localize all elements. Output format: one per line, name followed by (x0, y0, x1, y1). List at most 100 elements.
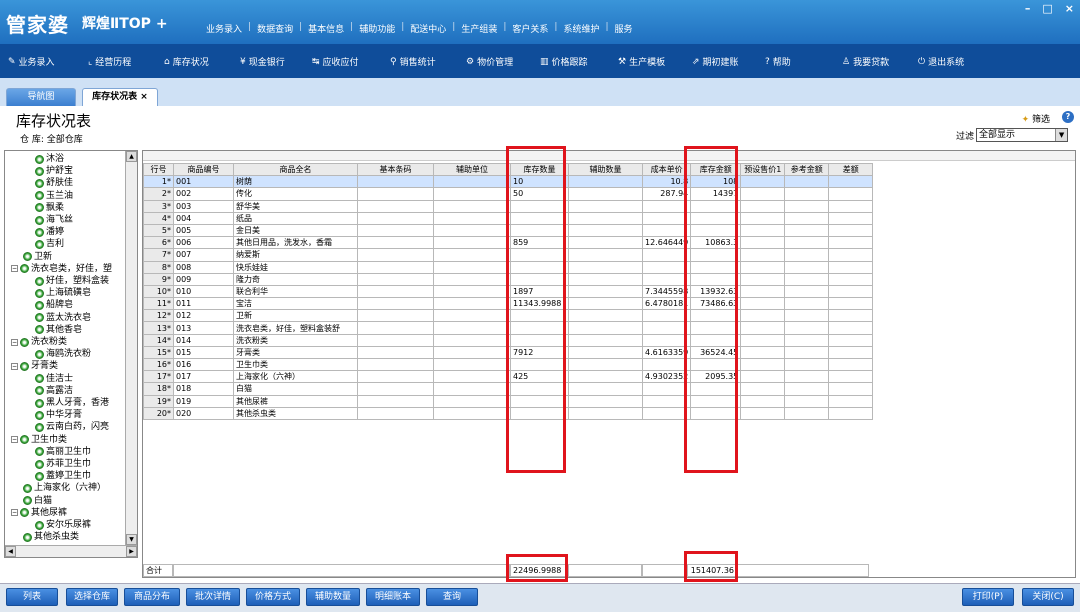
tree-node[interactable]: 船牌皂 (35, 300, 73, 310)
bottom-button[interactable]: 商品分布 (124, 588, 180, 606)
table-cell[interactable] (828, 236, 874, 250)
table-cell[interactable] (433, 382, 511, 396)
table-cell[interactable] (568, 248, 643, 262)
table-cell[interactable] (784, 321, 830, 335)
toolbar-receivable-payable-button[interactable]: ↹ 应收应付 (312, 55, 359, 69)
table-cell[interactable]: 014 (173, 333, 234, 347)
tab-close-icon[interactable]: × (140, 92, 148, 102)
table-cell[interactable] (433, 248, 511, 262)
table-cell[interactable] (740, 223, 786, 238)
table-cell[interactable]: 其他尿裤 (233, 394, 358, 408)
table-cell[interactable]: 009 (173, 272, 234, 286)
table-cell[interactable]: 017 (173, 370, 234, 384)
table-cell[interactable] (568, 297, 643, 311)
toolbar-opening-account-button[interactable]: ⇗ 期初建账 (692, 55, 739, 69)
table-cell[interactable] (433, 175, 511, 189)
table-cell[interactable] (740, 357, 786, 372)
table-cell[interactable] (828, 382, 874, 396)
help-icon[interactable]: ? (1062, 111, 1074, 123)
table-cell[interactable] (784, 223, 830, 238)
table-cell[interactable]: 7* (143, 248, 174, 262)
tree-node[interactable]: 海鸥洗衣粉 (35, 349, 91, 359)
table-cell[interactable] (433, 260, 511, 274)
table-cell[interactable] (784, 394, 830, 408)
table-cell[interactable] (357, 406, 434, 420)
toolbar-production-template-button[interactable]: ⚒ 生产模板 (618, 55, 665, 69)
table-cell[interactable]: 006 (173, 236, 234, 250)
table-cell[interactable]: 其他日用品，洗发水，香霜 (233, 236, 358, 250)
table-cell[interactable]: 008 (173, 260, 234, 274)
table-cell[interactable]: 洗衣皂类，好佳，塑料盒装舒 (233, 321, 358, 335)
table-cell[interactable] (568, 345, 643, 360)
table-cell[interactable] (828, 223, 874, 238)
column-header[interactable]: 辅助单位 (433, 162, 511, 177)
table-cell[interactable] (828, 333, 874, 347)
table-cell[interactable] (568, 260, 643, 274)
table-cell[interactable]: 隆力奇 (233, 272, 358, 286)
top-menu-item[interactable]: 基本信息 (302, 22, 350, 35)
tree-node[interactable]: 舒肤佳 (35, 178, 73, 188)
table-cell[interactable] (568, 223, 643, 238)
column-header[interactable]: 行号 (143, 162, 174, 177)
column-header[interactable]: 差额 (828, 162, 874, 177)
table-cell[interactable] (357, 284, 434, 299)
table-cell[interactable] (433, 284, 511, 299)
grid-drag-bar[interactable] (143, 151, 1075, 161)
table-cell[interactable] (740, 284, 786, 299)
table-cell[interactable] (740, 297, 786, 311)
table-cell[interactable] (784, 187, 830, 201)
table-cell[interactable]: 纳爱斯 (233, 248, 358, 262)
table-cell[interactable]: 白猫 (233, 382, 358, 396)
table-cell[interactable] (828, 199, 874, 213)
table-cell[interactable] (357, 382, 434, 396)
table-cell[interactable]: 019 (173, 394, 234, 408)
maximize-icon[interactable]: □ (1042, 2, 1052, 15)
minimize-icon[interactable]: – (1025, 2, 1031, 15)
toolbar-business-entry-button[interactable]: ✎ 业务录入 (8, 55, 55, 69)
table-cell[interactable] (357, 187, 434, 201)
top-menu-item[interactable]: 客户关系 (506, 22, 554, 35)
close-button[interactable]: 关闭(C) (1022, 588, 1074, 606)
table-cell[interactable] (828, 321, 874, 335)
tree-node[interactable]: 卫新 (23, 252, 52, 262)
tree-horizontal-scrollbar[interactable]: ◀ ▶ (5, 545, 137, 557)
table-cell[interactable] (433, 211, 511, 225)
tree-node[interactable]: 佳洁士 (35, 374, 73, 384)
tree-node[interactable]: 中华牙膏 (35, 410, 82, 420)
top-menu-item[interactable]: 配送中心 (404, 22, 452, 35)
table-cell[interactable]: 012 (173, 309, 234, 323)
table-cell[interactable]: 12* (143, 309, 174, 323)
table-cell[interactable]: 10* (143, 284, 174, 299)
table-cell[interactable]: 9* (143, 272, 174, 286)
table-cell[interactable]: 011 (173, 297, 234, 311)
tree-expand-icon[interactable]: − (11, 436, 18, 444)
table-cell[interactable] (568, 357, 643, 372)
table-cell[interactable] (568, 272, 643, 286)
table-cell[interactable] (828, 272, 874, 286)
toolbar-price-tracking-button[interactable]: ▥ 价格跟踪 (540, 55, 588, 69)
table-cell[interactable] (828, 211, 874, 225)
tree-node[interactable]: − 洗衣皂类，好佳，塑 (11, 264, 112, 274)
table-cell[interactable] (433, 199, 511, 213)
tree-node[interactable]: 飘柔 (35, 203, 64, 213)
filter-select[interactable]: 全部显示 ▼ (976, 128, 1069, 142)
tree-node[interactable]: 高丽卫生巾 (35, 447, 91, 457)
table-cell[interactable] (828, 406, 874, 420)
tree-node[interactable]: − 牙膏类 (11, 361, 58, 371)
table-cell[interactable] (784, 309, 830, 323)
table-cell[interactable]: 舒华美 (233, 199, 358, 213)
table-cell[interactable] (357, 370, 434, 384)
table-cell[interactable]: 004 (173, 211, 234, 225)
table-cell[interactable] (568, 309, 643, 323)
table-cell[interactable] (357, 321, 434, 335)
table-cell[interactable]: 牙膏类 (233, 345, 358, 360)
table-cell[interactable] (568, 321, 643, 335)
table-cell[interactable] (828, 370, 874, 384)
table-cell[interactable] (357, 345, 434, 360)
toolbar-price-management-button[interactable]: ⚙ 物价管理 (466, 55, 513, 69)
table-cell[interactable] (357, 394, 434, 408)
table-cell[interactable] (357, 309, 434, 323)
table-cell[interactable]: 002 (173, 187, 234, 201)
tree-node[interactable]: 玉兰油 (35, 191, 73, 201)
table-cell[interactable] (568, 187, 643, 201)
